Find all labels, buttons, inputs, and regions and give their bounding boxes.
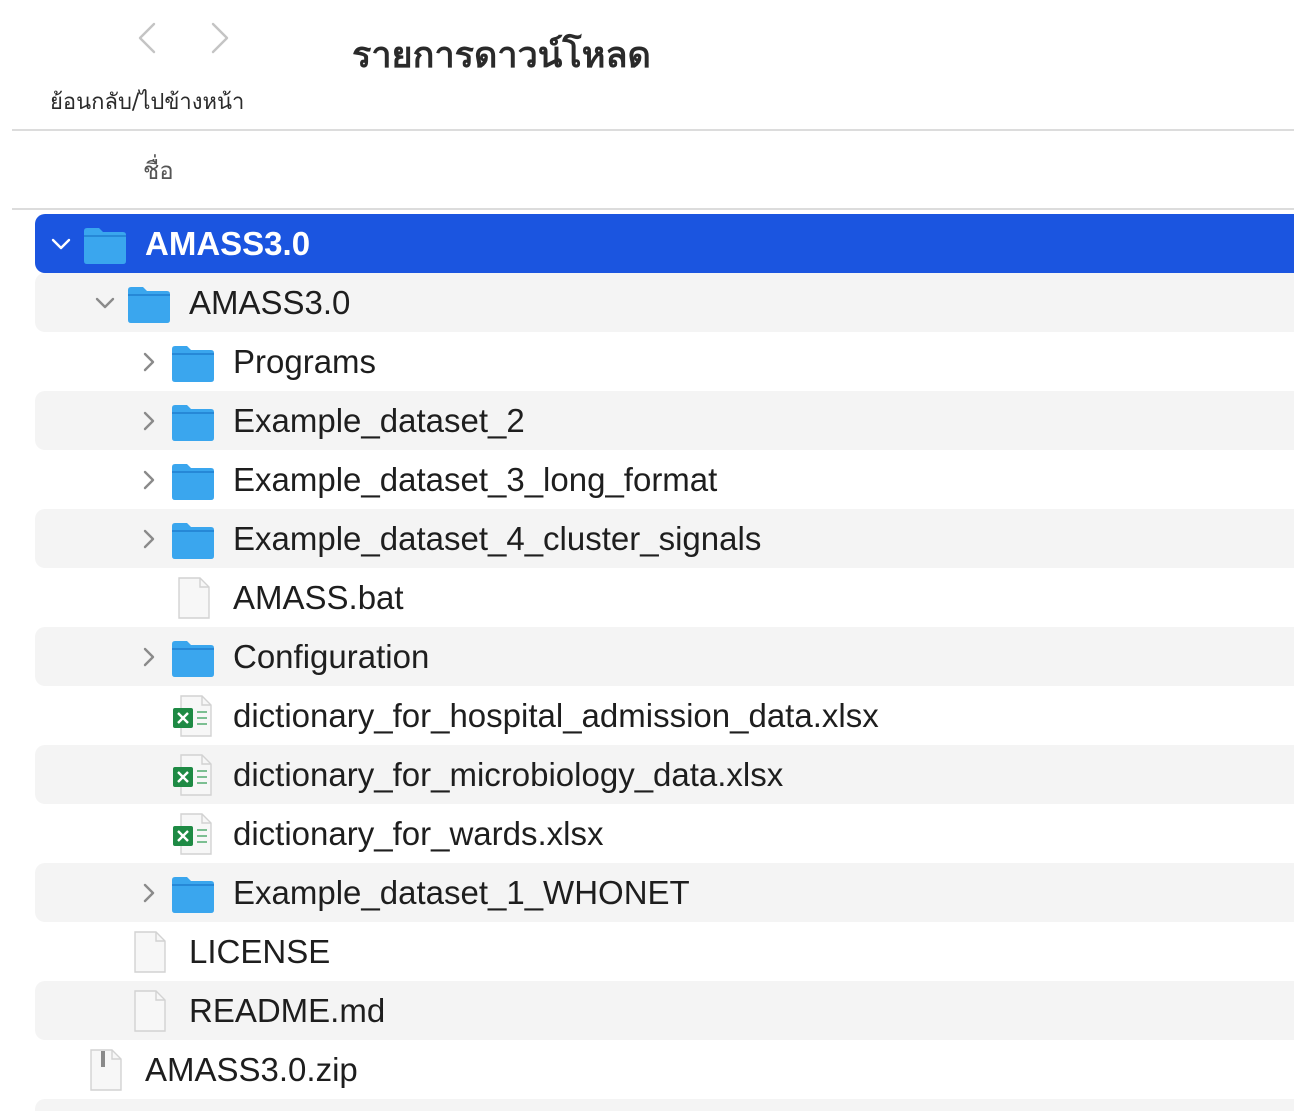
- list-item-label: dictionary_for_microbiology_data.xlsx: [233, 755, 784, 793]
- list-item[interactable]: AMASS3.0: [35, 214, 1294, 273]
- list-item-label: dictionary_for_hospital_admission_data.x…: [233, 696, 879, 734]
- disclosure-collapsed-icon[interactable]: [136, 467, 162, 493]
- list-item-label: Example_dataset_2: [233, 401, 525, 439]
- list-item[interactable]: Example_dataset_3_long_format: [35, 450, 1294, 509]
- list-item[interactable]: Example_dataset_1_WHONET: [35, 863, 1294, 922]
- document-icon: [170, 575, 216, 621]
- disclosure-collapsed-icon[interactable]: [136, 408, 162, 434]
- list-item-label: Example_dataset_4_cluster_signals: [233, 519, 762, 557]
- list-item-label: dictionary_for_wards.xlsx: [233, 814, 604, 852]
- list-item[interactable]: dictionary_for_hospital_admission_data.x…: [35, 686, 1294, 745]
- column-header-name[interactable]: ชื่อ: [143, 151, 174, 190]
- list-item-label: Example_dataset_3_long_format: [233, 460, 718, 498]
- list-item[interactable]: Example_dataset_4_cluster_signals: [35, 509, 1294, 568]
- list-item-label: AMASS3.0.zip: [145, 1050, 358, 1088]
- disclosure-expanded-icon[interactable]: [92, 290, 118, 316]
- list-item-label: Example_dataset_1_WHONET: [233, 873, 690, 911]
- list-item-label: AMASS3.0: [189, 283, 351, 321]
- list-item[interactable]: LICENSE: [35, 922, 1294, 981]
- folder-icon: [170, 457, 216, 503]
- folder-icon: [82, 221, 128, 267]
- nav-label: ย้อนกลับ/ไปข้างหน้า: [50, 90, 245, 115]
- file-list: AMASS3.0 AMASS3.0 Programs Example_dataset_…: [35, 214, 1294, 1099]
- window-title: รายการดาวน์โหลด: [352, 35, 651, 76]
- list-item[interactable]: dictionary_for_microbiology_data.xlsx: [35, 745, 1294, 804]
- folder-icon: [170, 870, 216, 916]
- list-item[interactable]: dictionary_for_wards.xlsx: [35, 804, 1294, 863]
- finder-window: ย้อนกลับ/ไปข้างหน้า รายการดาวน์โหลด ชื่อ…: [0, 0, 1294, 1111]
- chevron-left-icon: [138, 22, 156, 54]
- list-item[interactable]: AMASS3.0.zip: [35, 1040, 1294, 1099]
- list-item[interactable]: Programs: [35, 332, 1294, 391]
- list-item[interactable]: Example_dataset_2: [35, 391, 1294, 450]
- list-item-partial: [35, 1099, 1294, 1111]
- excel-file-icon: [170, 752, 216, 798]
- excel-file-icon: [170, 811, 216, 857]
- forward-button[interactable]: [203, 18, 237, 58]
- list-item-label: Configuration: [233, 637, 430, 675]
- disclosure-collapsed-icon[interactable]: [136, 349, 162, 375]
- list-item-label: LICENSE: [189, 932, 331, 970]
- list-item[interactable]: AMASS.bat: [35, 568, 1294, 627]
- list-item-label: AMASS.bat: [233, 578, 404, 616]
- list-item[interactable]: README.md: [35, 981, 1294, 1040]
- chevron-right-icon: [211, 22, 229, 54]
- disclosure-expanded-icon[interactable]: [48, 231, 74, 257]
- back-button[interactable]: [130, 18, 164, 58]
- folder-icon: [170, 339, 216, 385]
- list-item-label: Programs: [233, 342, 377, 380]
- zip-file-icon: [82, 1047, 128, 1093]
- disclosure-collapsed-icon[interactable]: [136, 880, 162, 906]
- document-icon: [126, 988, 172, 1034]
- folder-icon: [170, 398, 216, 444]
- list-item-label: AMASS3.0: [145, 224, 311, 262]
- column-divider: [12, 208, 1294, 210]
- toolbar: ย้อนกลับ/ไปข้างหน้า รายการดาวน์โหลด: [0, 0, 1294, 130]
- column-header: ชื่อ: [0, 131, 1294, 209]
- document-icon: [126, 929, 172, 975]
- list-item[interactable]: Configuration: [35, 627, 1294, 686]
- list-item-label: README.md: [189, 991, 386, 1029]
- folder-icon: [170, 634, 216, 680]
- disclosure-collapsed-icon[interactable]: [136, 644, 162, 670]
- list-item[interactable]: AMASS3.0: [35, 273, 1294, 332]
- excel-file-icon: [170, 693, 216, 739]
- folder-icon: [170, 516, 216, 562]
- disclosure-collapsed-icon[interactable]: [136, 526, 162, 552]
- folder-icon: [126, 280, 172, 326]
